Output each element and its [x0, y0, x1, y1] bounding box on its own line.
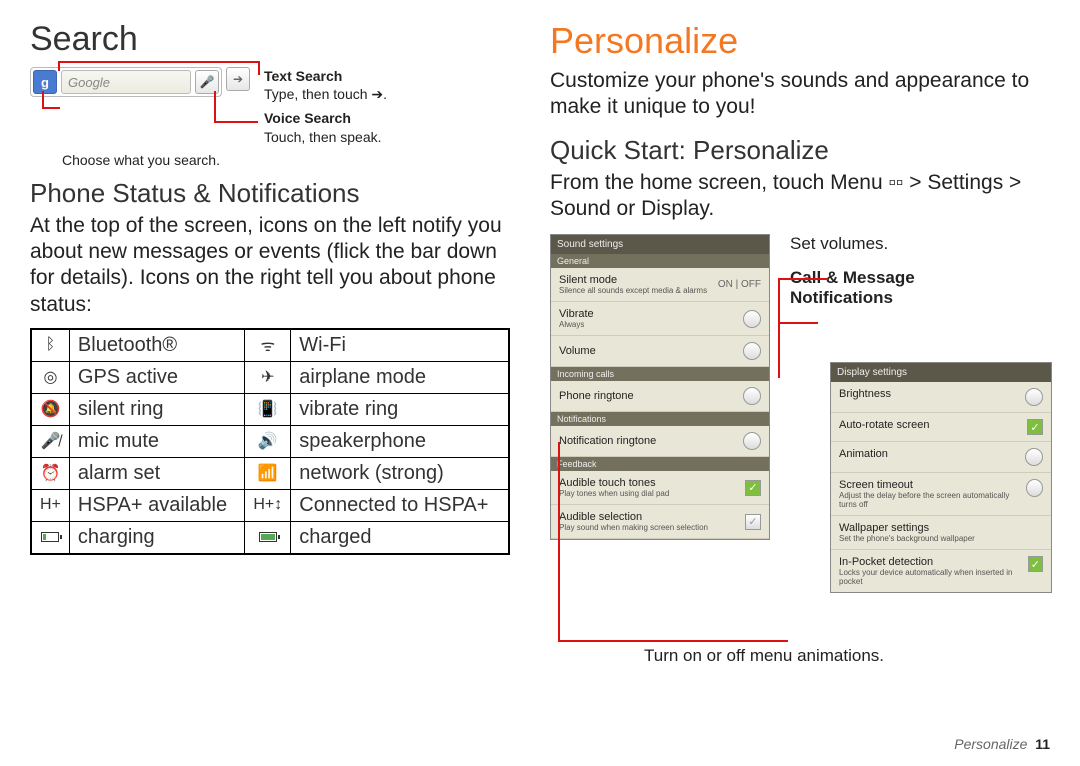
status-icon: ✈	[245, 361, 291, 393]
status-table: ᛒBluetooth®ᯤWi-Fi◎GPS active✈airplane mo…	[30, 328, 510, 555]
search-heading: Search	[30, 20, 510, 59]
row-timeout[interactable]: Screen timeoutAdjust the delay before th…	[831, 473, 1051, 516]
quickstart-path: From the home screen, touch Menu ▫▫ > Se…	[550, 170, 1050, 223]
sound-title: Sound settings	[551, 235, 769, 254]
row-ringtone[interactable]: Phone ringtone	[551, 381, 769, 412]
status-icon: ᛒ	[31, 329, 69, 362]
row-vibrate[interactable]: VibrateAlways	[551, 302, 769, 336]
personalize-heading: Personalize	[550, 20, 1050, 62]
table-row: ◎GPS active✈airplane mode	[31, 361, 509, 393]
status-label: charged	[291, 521, 509, 554]
status-icon: 🎤̸	[31, 425, 69, 457]
sec-incoming: Incoming calls	[551, 367, 769, 381]
status-icon: 🔕	[31, 393, 69, 425]
search-widget: g Google 🎤	[30, 67, 222, 97]
ann-animations: Turn on or off menu animations.	[560, 646, 1040, 666]
status-label: airplane mode	[291, 361, 509, 393]
status-icon: ⏰	[31, 457, 69, 489]
status-icon: H+	[31, 489, 69, 521]
phone-status-heading: Phone Status & Notifications	[30, 178, 510, 209]
table-row: ⏰alarm set📶network (strong)	[31, 457, 509, 489]
status-icon: 🔊	[245, 425, 291, 457]
checkbox-off-icon[interactable]: ✓	[745, 514, 761, 530]
display-title: Display settings	[831, 363, 1051, 382]
table-row: H+HSPA+ availableH+↕Connected to HSPA+	[31, 489, 509, 521]
status-icon: ᯤ	[245, 329, 291, 362]
row-animation[interactable]: Animation	[831, 442, 1051, 473]
checkbox-on-icon[interactable]: ✓	[1028, 556, 1043, 572]
status-label: Wi-Fi	[291, 329, 509, 362]
control-icon[interactable]	[743, 342, 761, 360]
sec-feedback: Feedback	[551, 457, 769, 471]
status-label: charging	[69, 521, 244, 554]
table-row: ᛒBluetooth®ᯤWi-Fi	[31, 329, 509, 362]
control-icon[interactable]	[1026, 479, 1043, 497]
row-volume[interactable]: Volume	[551, 336, 769, 367]
status-icon	[245, 521, 291, 554]
personalize-intro: Customize your phone's sounds and appear…	[550, 68, 1050, 121]
sec-general: General	[551, 254, 769, 268]
ann-call-sub: Notifications	[790, 288, 893, 307]
sound-settings-screenshot: Sound settings General Silent modeSilenc…	[550, 234, 770, 540]
checkbox-on-icon[interactable]: ✓	[1027, 419, 1043, 435]
row-brightness[interactable]: Brightness	[831, 382, 1051, 413]
control-icon[interactable]	[1025, 388, 1043, 406]
status-label: silent ring	[69, 393, 244, 425]
display-settings-screenshot: Display settings Brightness Auto-rotate …	[830, 362, 1052, 593]
google-g-icon[interactable]: g	[33, 70, 57, 94]
status-label: Bluetooth®	[69, 329, 244, 362]
row-audible-selection[interactable]: Audible selectionPlay sound when making …	[551, 505, 769, 539]
choose-caption: Choose what you search.	[62, 152, 510, 168]
status-label: vibrate ring	[291, 393, 509, 425]
left-column: Search g Google 🎤 ➔ Text SearchType, the…	[0, 0, 540, 766]
right-column: Personalize Customize your phone's sound…	[540, 0, 1080, 766]
control-icon[interactable]	[1025, 448, 1043, 466]
control-icon[interactable]	[743, 432, 761, 450]
status-icon	[31, 521, 69, 554]
status-icon: 📶	[245, 457, 291, 489]
status-label: speakerphone	[291, 425, 509, 457]
search-callouts: Text SearchType, then touch ➔. Voice Sea…	[264, 67, 387, 146]
checkbox-on-icon[interactable]: ✓	[745, 480, 761, 496]
status-label: network (strong)	[291, 457, 509, 489]
search-figure: g Google 🎤 ➔ Text SearchType, then touch…	[30, 67, 510, 146]
status-label: mic mute	[69, 425, 244, 457]
row-silent[interactable]: Silent modeSilence all sounds except med…	[551, 268, 769, 302]
status-icon: H+↕	[245, 489, 291, 521]
table-row: 🎤̸mic mute🔊speakerphone	[31, 425, 509, 457]
row-notif-ring[interactable]: Notification ringtone	[551, 426, 769, 457]
status-label: GPS active	[69, 361, 244, 393]
status-label: alarm set	[69, 457, 244, 489]
status-label: HSPA+ available	[69, 489, 244, 521]
ann-volumes: Set volumes.	[790, 234, 1050, 254]
status-label: Connected to HSPA+	[291, 489, 509, 521]
row-pocket[interactable]: In-Pocket detectionLocks your device aut…	[831, 550, 1051, 592]
status-icon: 📳	[245, 393, 291, 425]
row-touch-tones[interactable]: Audible touch tonesPlay tones when using…	[551, 471, 769, 505]
row-wallpaper[interactable]: Wallpaper settingsSet the phone's backgr…	[831, 516, 1051, 550]
control-icon[interactable]	[743, 310, 761, 328]
table-row: 🔕silent ring📳vibrate ring	[31, 393, 509, 425]
search-input[interactable]: Google	[61, 70, 191, 94]
status-icon: ◎	[31, 361, 69, 393]
row-autorotate[interactable]: Auto-rotate screen✓	[831, 413, 1051, 442]
go-arrow-icon[interactable]: ➔	[226, 67, 250, 91]
phone-status-para: At the top of the screen, icons on the l…	[30, 213, 510, 318]
page-footer: Personalize 11	[954, 736, 1050, 752]
sec-notif: Notifications	[551, 412, 769, 426]
table-row: charging charged	[31, 521, 509, 554]
control-icon[interactable]	[743, 387, 761, 405]
quickstart-heading: Quick Start: Personalize	[550, 135, 1050, 166]
